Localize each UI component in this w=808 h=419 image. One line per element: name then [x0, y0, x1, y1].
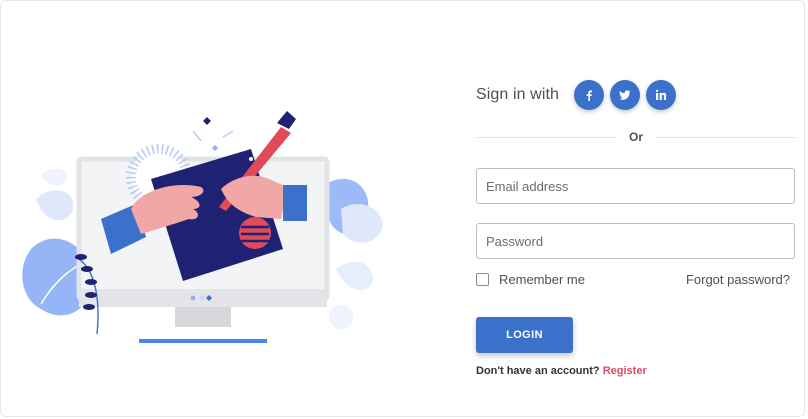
login-illustration	[22, 111, 383, 343]
remember-label: Remember me	[499, 272, 585, 287]
social-signin-row: Sign in with	[476, 79, 682, 111]
signin-label: Sign in with	[476, 86, 560, 103]
login-button[interactable]: LOGIN	[476, 317, 573, 353]
forgot-password-link[interactable]: Forgot password?	[686, 272, 790, 287]
divider-line-right	[656, 137, 796, 138]
linkedin-icon	[655, 89, 667, 100]
or-divider: Or	[476, 129, 796, 145]
sparkle-icon	[192, 117, 234, 151]
leaf-small-left-icon	[36, 168, 74, 221]
remember-checkbox[interactable]	[476, 273, 489, 286]
twitter-button[interactable]	[610, 80, 641, 110]
facebook-button[interactable]	[574, 80, 605, 110]
register-link[interactable]: Register	[603, 365, 647, 377]
twitter-icon	[619, 90, 631, 100]
leaf-right-icon	[326, 178, 383, 329]
remember-me[interactable]: Remember me	[476, 272, 585, 287]
register-prompt-text: Don't have an account?	[476, 365, 600, 377]
linkedin-button[interactable]	[646, 80, 677, 110]
email-field[interactable]	[476, 168, 795, 204]
password-field[interactable]	[476, 223, 795, 259]
login-card: Sign in with Or Remember me Forgot passw…	[0, 0, 805, 417]
register-prompt: Don't have an account? Register	[476, 365, 647, 377]
facebook-icon	[586, 90, 593, 101]
